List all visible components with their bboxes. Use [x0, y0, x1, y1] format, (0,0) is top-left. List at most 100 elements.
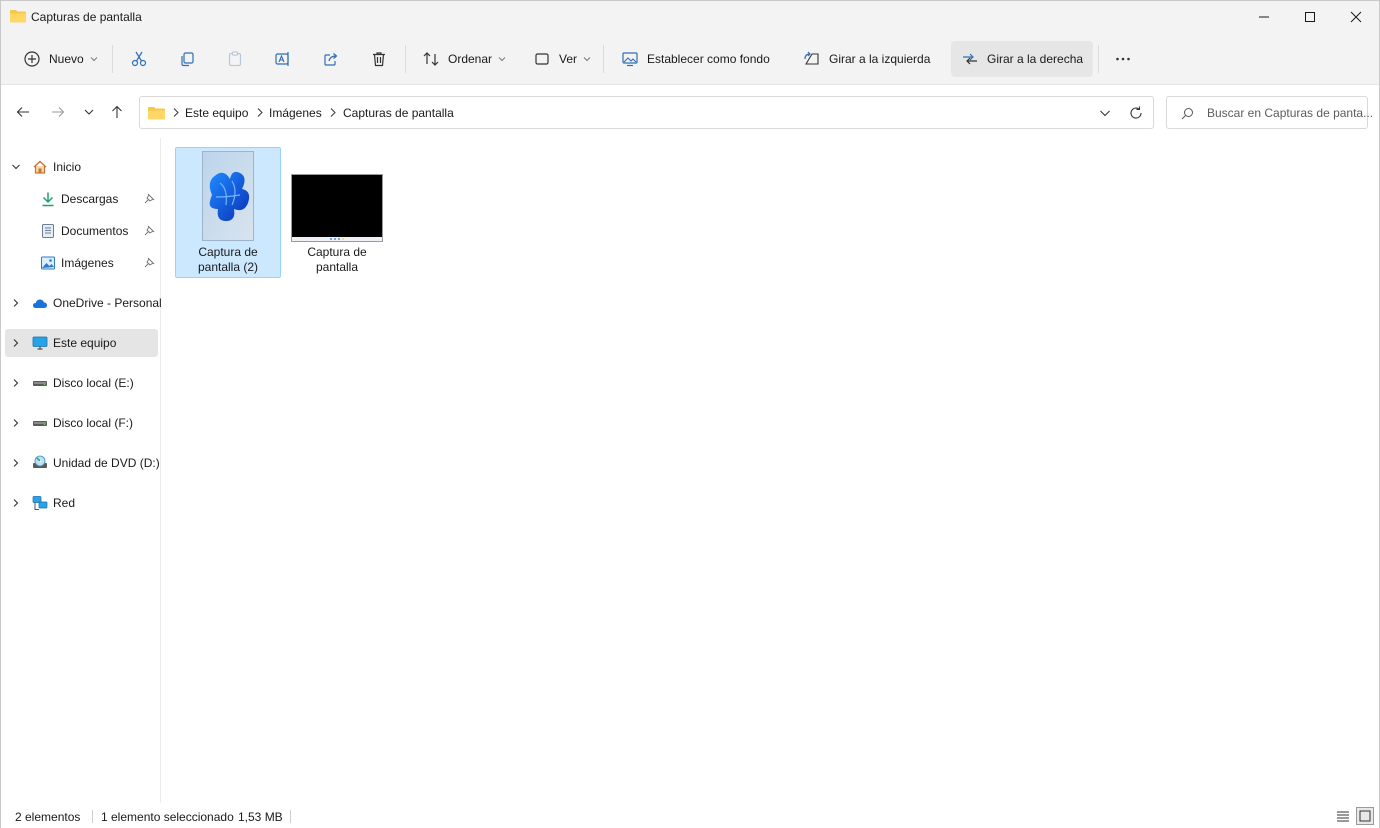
- chevron-right-icon[interactable]: [11, 338, 21, 348]
- cloud-icon: [33, 299, 47, 308]
- details-view-button[interactable]: [1334, 807, 1352, 825]
- file-explorer-window: Capturas de pantalla Nuevo Ordenar Ver E…: [0, 0, 1380, 828]
- chevron-right-icon[interactable]: [11, 498, 21, 508]
- forward-button[interactable]: [46, 100, 70, 124]
- file-item[interactable]: Captura de pantalla (2): [175, 147, 281, 278]
- close-button[interactable]: [1333, 1, 1379, 33]
- sidebar-item-documentos[interactable]: Documentos: [5, 217, 158, 245]
- sidebar-item-disco-f[interactable]: Disco local (F:): [5, 409, 158, 437]
- pin-icon: [144, 225, 155, 236]
- sidebar-item-imagenes[interactable]: Imágenes: [5, 249, 158, 277]
- cut-icon: [131, 51, 147, 67]
- chevron-right-icon[interactable]: [11, 458, 21, 468]
- search-input[interactable]: Buscar en Capturas de panta...: [1166, 96, 1373, 129]
- status-bar: 2 elementos 1 elemento seleccionado 1,53…: [1, 803, 1379, 828]
- chevron-down-icon[interactable]: [1097, 105, 1113, 121]
- home-icon: [33, 160, 47, 174]
- black-screenshot-thumbnail: [291, 174, 383, 242]
- sidebar-item-inicio[interactable]: Inicio: [5, 153, 158, 181]
- folder-icon: [148, 107, 165, 120]
- pin-icon: [144, 257, 155, 268]
- paste-button[interactable]: [217, 41, 253, 77]
- sort-icon: [423, 52, 439, 66]
- chevron-right-icon[interactable]: [11, 418, 21, 428]
- maximize-icon: [1305, 12, 1315, 22]
- sidebar-item-red[interactable]: Red: [5, 489, 158, 517]
- recent-locations-button[interactable]: [77, 100, 101, 124]
- document-icon: [42, 224, 54, 238]
- minimize-button[interactable]: [1241, 1, 1287, 33]
- pin-icon: [144, 193, 155, 204]
- address-bar[interactable]: Este equipo Imágenes Capturas de pantall…: [139, 96, 1154, 129]
- chevron-down-icon[interactable]: [11, 162, 21, 172]
- close-icon: [1350, 11, 1362, 23]
- rotate-right-label: Girar a la derecha: [987, 52, 1084, 66]
- sidebar-item-disco-e[interactable]: Disco local (E:): [5, 369, 158, 397]
- sidebar-item-descargas[interactable]: Descargas: [5, 185, 158, 213]
- share-icon: [324, 53, 338, 66]
- cut-button[interactable]: [121, 41, 157, 77]
- sidebar-item-label: Inicio: [53, 160, 82, 174]
- sidebar-item-label: OneDrive - Personal: [53, 296, 162, 310]
- navigation-bar: Este equipo Imágenes Capturas de pantall…: [1, 86, 1379, 138]
- set-background-label: Establecer como fondo: [647, 52, 770, 66]
- folder-icon: [10, 10, 26, 23]
- chevron-right-icon[interactable]: [11, 378, 21, 388]
- refresh-icon[interactable]: [1128, 105, 1144, 121]
- rotate-right-button[interactable]: Girar a la derecha: [951, 41, 1094, 77]
- chevron-right-icon[interactable]: [11, 298, 21, 308]
- up-button[interactable]: [105, 100, 129, 124]
- sidebar-item-label: Imágenes: [61, 256, 114, 270]
- breadcrumb-item[interactable]: Capturas de pantalla: [343, 106, 454, 120]
- sort-button[interactable]: Ordenar: [412, 41, 516, 77]
- arrow-up-icon: [112, 105, 122, 118]
- delete-button[interactable]: [361, 41, 397, 77]
- breadcrumb-item[interactable]: Este equipo: [185, 106, 248, 120]
- copy-button[interactable]: [169, 41, 205, 77]
- back-button[interactable]: [11, 100, 35, 124]
- view-button[interactable]: Ver: [523, 41, 601, 77]
- minimize-icon: [1259, 16, 1269, 18]
- chevron-right-icon: [173, 108, 179, 117]
- chevron-down-icon: [84, 109, 94, 115]
- window-title: Capturas de pantalla: [31, 10, 142, 24]
- download-icon: [42, 192, 54, 207]
- chevron-right-icon: [257, 108, 263, 117]
- rotate-left-icon: [804, 51, 819, 65]
- sidebar-item-label: Documentos: [61, 224, 129, 238]
- breadcrumb-item[interactable]: Imágenes: [269, 106, 322, 120]
- large-icons-view-icon: [1359, 810, 1371, 822]
- chevron-down-icon: [90, 57, 98, 62]
- set-background-button[interactable]: Establecer como fondo: [611, 41, 780, 77]
- new-button[interactable]: Nuevo: [13, 41, 108, 77]
- arrow-right-icon: [52, 107, 65, 117]
- drive-icon: [33, 421, 47, 426]
- share-button[interactable]: [313, 41, 349, 77]
- copy-icon: [181, 52, 194, 67]
- file-name: Captura de pantalla (2): [197, 245, 259, 274]
- file-name: Captura de pantalla: [307, 245, 367, 274]
- sidebar-item-este-equipo[interactable]: Este equipo: [5, 329, 158, 357]
- network-icon: [32, 496, 48, 510]
- large-icons-view-button[interactable]: [1356, 807, 1374, 825]
- rotate-left-button[interactable]: Girar a la izquierda: [793, 41, 940, 77]
- search-placeholder: Buscar en Capturas de panta...: [1207, 106, 1374, 120]
- toolbar-separator: [603, 45, 604, 73]
- title-bar: Capturas de pantalla: [1, 1, 1379, 33]
- status-separator: [92, 810, 93, 823]
- sidebar-item-label: Este equipo: [53, 336, 117, 350]
- status-separator: [290, 810, 291, 823]
- sidebar-item-onedrive[interactable]: OneDrive - Personal: [5, 289, 162, 317]
- rotate-left-label: Girar a la izquierda: [829, 52, 931, 66]
- file-item[interactable]: Captura de pantalla: [284, 147, 390, 278]
- dvd-icon: [33, 455, 47, 468]
- search-icon: [1181, 108, 1193, 120]
- command-bar: Nuevo Ordenar Ver Establecer como fondo …: [1, 33, 1379, 85]
- selection-size: 1,53 MB: [238, 810, 283, 824]
- sidebar-item-label: Red: [53, 496, 76, 510]
- more-options-button[interactable]: [1105, 41, 1141, 77]
- windows-wallpaper-thumbnail: [202, 151, 254, 241]
- sidebar-item-dvd-d[interactable]: Unidad de DVD (D:): [5, 449, 160, 477]
- maximize-button[interactable]: [1287, 1, 1333, 33]
- rename-button[interactable]: [265, 41, 301, 77]
